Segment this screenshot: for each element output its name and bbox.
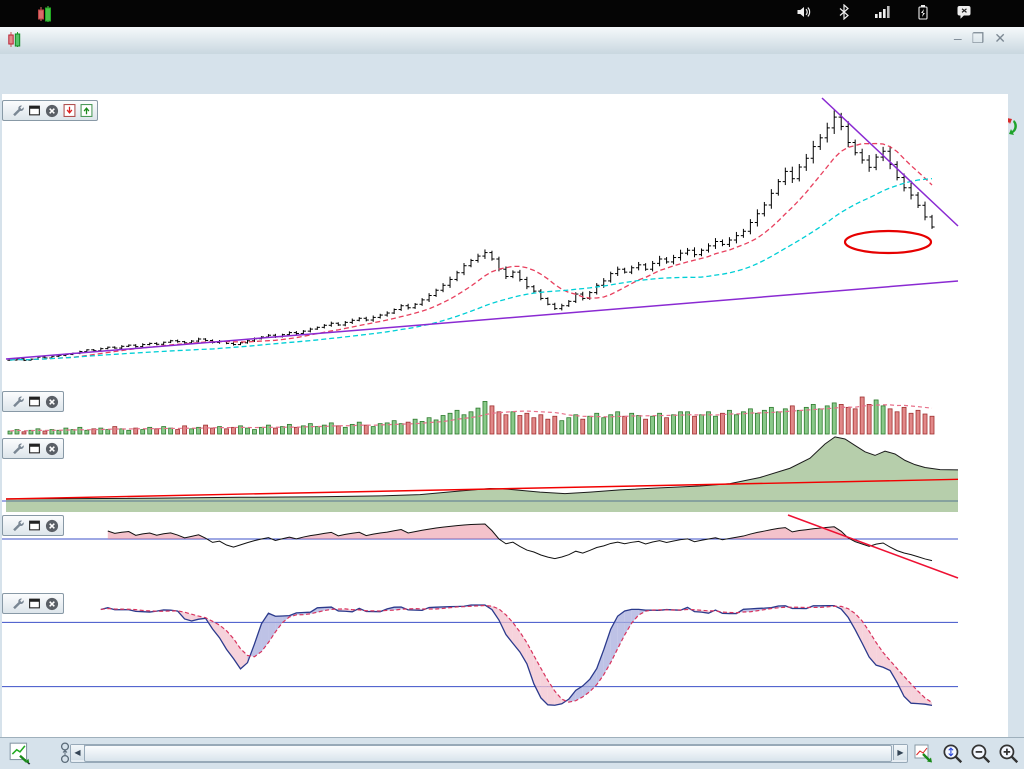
wrench-icon[interactable] <box>11 442 24 455</box>
wrench-icon[interactable] <box>11 519 24 532</box>
system-top-bar <box>0 0 1024 27</box>
chart-zoom-settings-button[interactable] <box>912 741 936 765</box>
zoom-out-button[interactable] <box>968 741 992 765</box>
close-icon[interactable] <box>45 519 59 533</box>
detach-window-icon[interactable] <box>28 597 41 610</box>
zoom-fit-button[interactable] <box>940 741 964 765</box>
wrench-icon[interactable] <box>11 597 24 610</box>
toolbar-strip: ▲▼ ▼ ▼ <box>0 54 1024 94</box>
horizontal-scrollbar[interactable]: ◀ ▶ <box>70 744 908 763</box>
zoom-in-button[interactable] <box>996 741 1020 765</box>
window-title-bar[interactable]: –❐✕ <box>0 27 1024 55</box>
volume-panel-header[interactable] <box>2 391 64 412</box>
wrench-icon[interactable] <box>11 104 24 117</box>
move-panel-down-icon[interactable] <box>63 104 76 117</box>
move-panel-up-icon[interactable] <box>80 104 93 117</box>
detach-window-icon[interactable] <box>28 395 41 408</box>
volume-icon[interactable] <box>795 4 811 23</box>
chart-plot-area[interactable] <box>2 94 1008 737</box>
chat-status-icon[interactable] <box>956 4 973 23</box>
rs-panel-header[interactable] <box>2 438 64 459</box>
close-icon[interactable] <box>45 104 59 118</box>
rsi-panel-header[interactable] <box>2 515 64 536</box>
network-signal-icon[interactable] <box>874 4 892 23</box>
stochastic-panel-header[interactable] <box>2 593 64 614</box>
scroll-right-button[interactable]: ▶ <box>893 745 907 760</box>
detach-window-icon[interactable] <box>28 104 41 117</box>
battery-icon[interactable] <box>916 4 930 24</box>
window-title <box>0 33 1024 48</box>
detach-window-icon[interactable] <box>28 442 41 455</box>
price-panel-header[interactable] <box>2 100 98 121</box>
chart-annotation-button[interactable] <box>8 741 32 765</box>
scroll-left-button[interactable]: ◀ <box>71 745 85 760</box>
close-icon[interactable] <box>45 395 59 409</box>
close-icon[interactable] <box>45 442 59 456</box>
scrollbar-thumb[interactable] <box>84 745 892 762</box>
close-icon[interactable] <box>45 597 59 611</box>
window-controls[interactable]: –❐✕ <box>954 30 1016 47</box>
bluetooth-icon[interactable] <box>838 4 850 23</box>
app-candlestick-icon <box>36 5 54 23</box>
wrench-icon[interactable] <box>11 395 24 408</box>
detach-window-icon[interactable] <box>28 519 41 532</box>
